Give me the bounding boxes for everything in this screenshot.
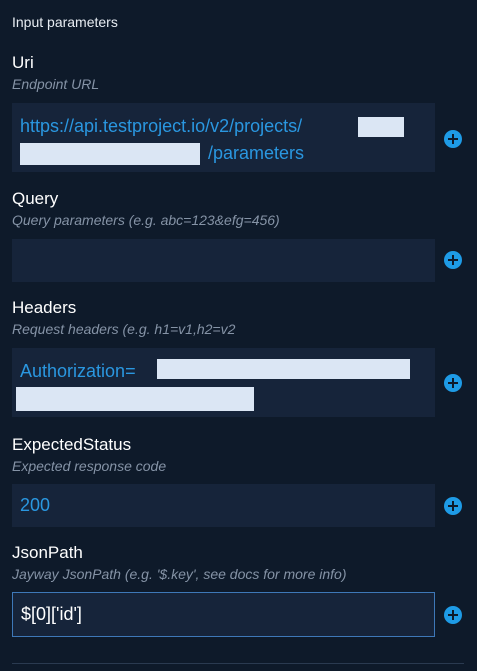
jsonpath-input[interactable]: $[0]['id'] — [12, 592, 435, 637]
param-uri: Uri Endpoint URL https://api.testproject… — [12, 52, 467, 172]
param-name-expected-status: ExpectedStatus — [12, 435, 132, 454]
param-query: Query Query parameters (e.g. abc=123&efg… — [12, 188, 467, 282]
add-expected-status-param-icon[interactable] — [444, 497, 462, 515]
redacted-block — [16, 387, 254, 411]
param-desc-jsonpath: Jayway JsonPath (e.g. '$.key', see docs … — [12, 566, 347, 582]
param-desc-headers: Request headers (e.g. h1=v1,h2=v2 — [12, 321, 236, 337]
param-desc-uri: Endpoint URL — [12, 76, 100, 92]
add-headers-param-icon[interactable] — [444, 374, 462, 392]
param-headers: Headers Request headers (e.g. h1=v1,h2=v… — [12, 297, 467, 417]
param-desc-query: Query parameters (e.g. abc=123&efg=456) — [12, 212, 280, 228]
add-uri-param-icon[interactable] — [444, 130, 462, 148]
param-jsonpath: JsonPath Jayway JsonPath (e.g. '$.key', … — [12, 542, 467, 637]
redacted-block — [358, 117, 404, 137]
input-parameters-panel: Input parameters Uri Endpoint URL https:… — [0, 0, 477, 671]
param-expected-status: ExpectedStatus Expected response code 20… — [12, 434, 467, 527]
add-jsonpath-param-icon[interactable] — [444, 606, 462, 624]
uri-input[interactable]: https://api.testproject.io/v2/projects/ … — [12, 103, 435, 172]
headers-input[interactable]: Authorization= — [12, 348, 435, 417]
section-title: Input parameters — [12, 14, 118, 30]
param-name-query: Query — [12, 189, 59, 208]
expected-status-input[interactable]: 200 — [12, 484, 435, 527]
param-name-headers: Headers — [12, 298, 77, 317]
param-desc-expected-status: Expected response code — [12, 458, 167, 474]
add-query-param-icon[interactable] — [444, 251, 462, 269]
divider — [12, 663, 464, 664]
query-input[interactable] — [12, 239, 435, 282]
expected-status-value: 200 — [20, 495, 51, 515]
uri-value-line2: /parameters — [208, 143, 305, 163]
param-name-uri: Uri — [12, 53, 34, 72]
redacted-block — [20, 143, 200, 165]
param-name-jsonpath: JsonPath — [12, 543, 83, 562]
jsonpath-value: $[0]['id'] — [21, 604, 82, 624]
redacted-block — [157, 359, 410, 379]
